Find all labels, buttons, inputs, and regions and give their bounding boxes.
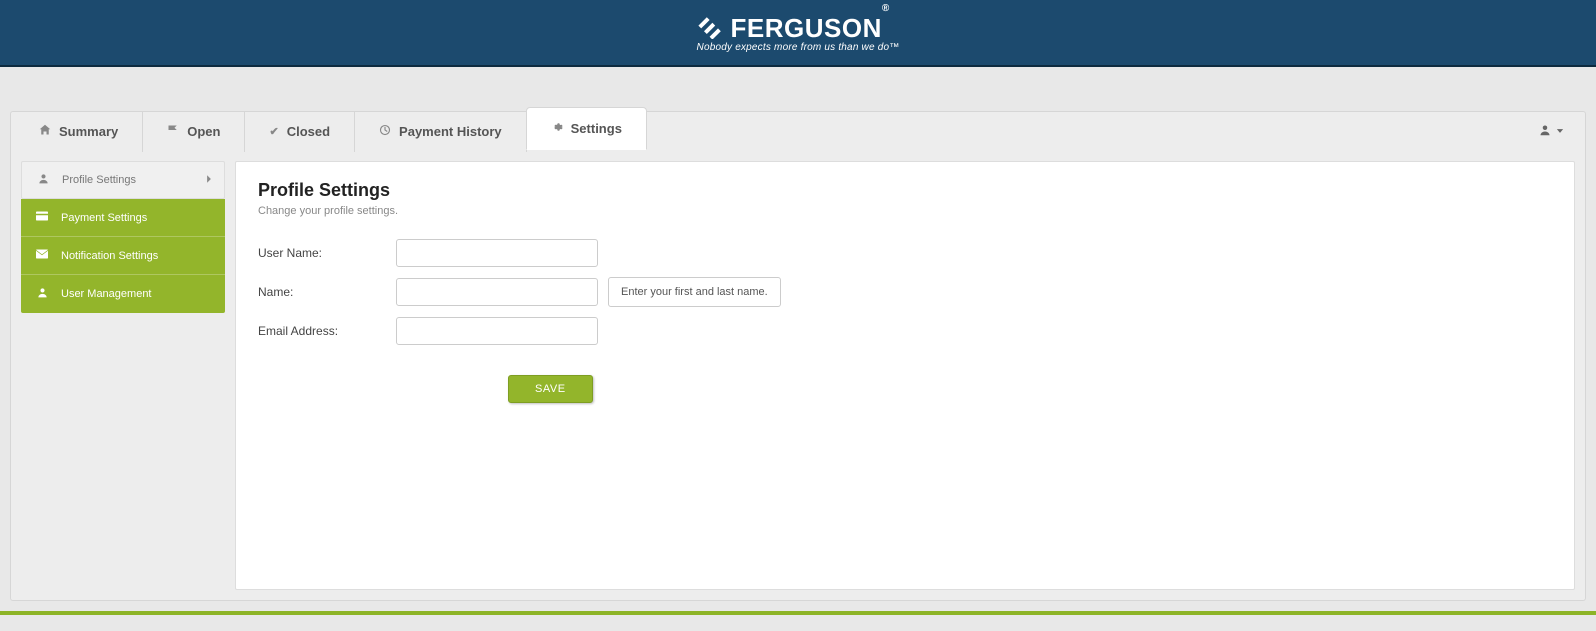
brand-name: FERGUSON® [731, 13, 890, 44]
save-button[interactable]: SAVE [508, 375, 593, 403]
tab-settings[interactable]: Settings [526, 107, 647, 150]
chevron-right-icon [204, 173, 214, 187]
user-icon [35, 287, 49, 301]
content-area: Profile Settings Payment Settings Notifi [10, 151, 1586, 601]
mail-icon [35, 249, 49, 262]
sidebar-item-profile[interactable]: Profile Settings [21, 161, 225, 199]
name-input[interactable] [396, 278, 598, 306]
app-header: FERGUSON® Nobody expects more from us th… [0, 0, 1596, 67]
brand-icon [697, 15, 725, 42]
home-icon [39, 124, 51, 139]
user-icon [36, 173, 50, 187]
settings-sidebar: Profile Settings Payment Settings Notifi [21, 161, 225, 590]
panel-title: Profile Settings [258, 180, 1552, 201]
footer-accent-bar [0, 611, 1596, 615]
name-hint: Enter your first and last name. [608, 277, 781, 307]
tab-open[interactable]: Open [143, 112, 245, 152]
card-icon [35, 211, 49, 224]
tab-payment-history[interactable]: Payment History [355, 112, 527, 152]
clock-icon [379, 124, 391, 139]
username-label: User Name: [258, 246, 386, 260]
email-label: Email Address: [258, 324, 386, 338]
profile-settings-panel: Profile Settings Change your profile set… [235, 161, 1575, 590]
chevron-down-icon [1555, 125, 1565, 139]
user-menu-button[interactable] [1519, 124, 1585, 139]
tab-summary[interactable]: Summary [11, 112, 143, 152]
panel-subtitle: Change your profile settings. [258, 205, 1552, 217]
email-input[interactable] [396, 317, 598, 345]
brand-logo: FERGUSON® Nobody expects more from us th… [697, 13, 900, 53]
user-icon [1539, 124, 1551, 139]
main-tab-bar: Summary Open ✔ Closed Payment History Se… [10, 111, 1586, 151]
username-input[interactable] [396, 239, 598, 267]
sidebar-item-notification[interactable]: Notification Settings [21, 237, 225, 275]
sidebar-item-user-management[interactable]: User Management [21, 275, 225, 313]
sidebar-item-payment[interactable]: Payment Settings [21, 199, 225, 237]
check-icon: ✔ [269, 125, 278, 138]
tab-closed[interactable]: ✔ Closed [245, 112, 355, 152]
name-label: Name: [258, 285, 386, 299]
brand-tagline: Nobody expects more from us than we do™ [697, 42, 900, 53]
flag-icon [167, 124, 179, 139]
gear-icon [551, 121, 563, 136]
